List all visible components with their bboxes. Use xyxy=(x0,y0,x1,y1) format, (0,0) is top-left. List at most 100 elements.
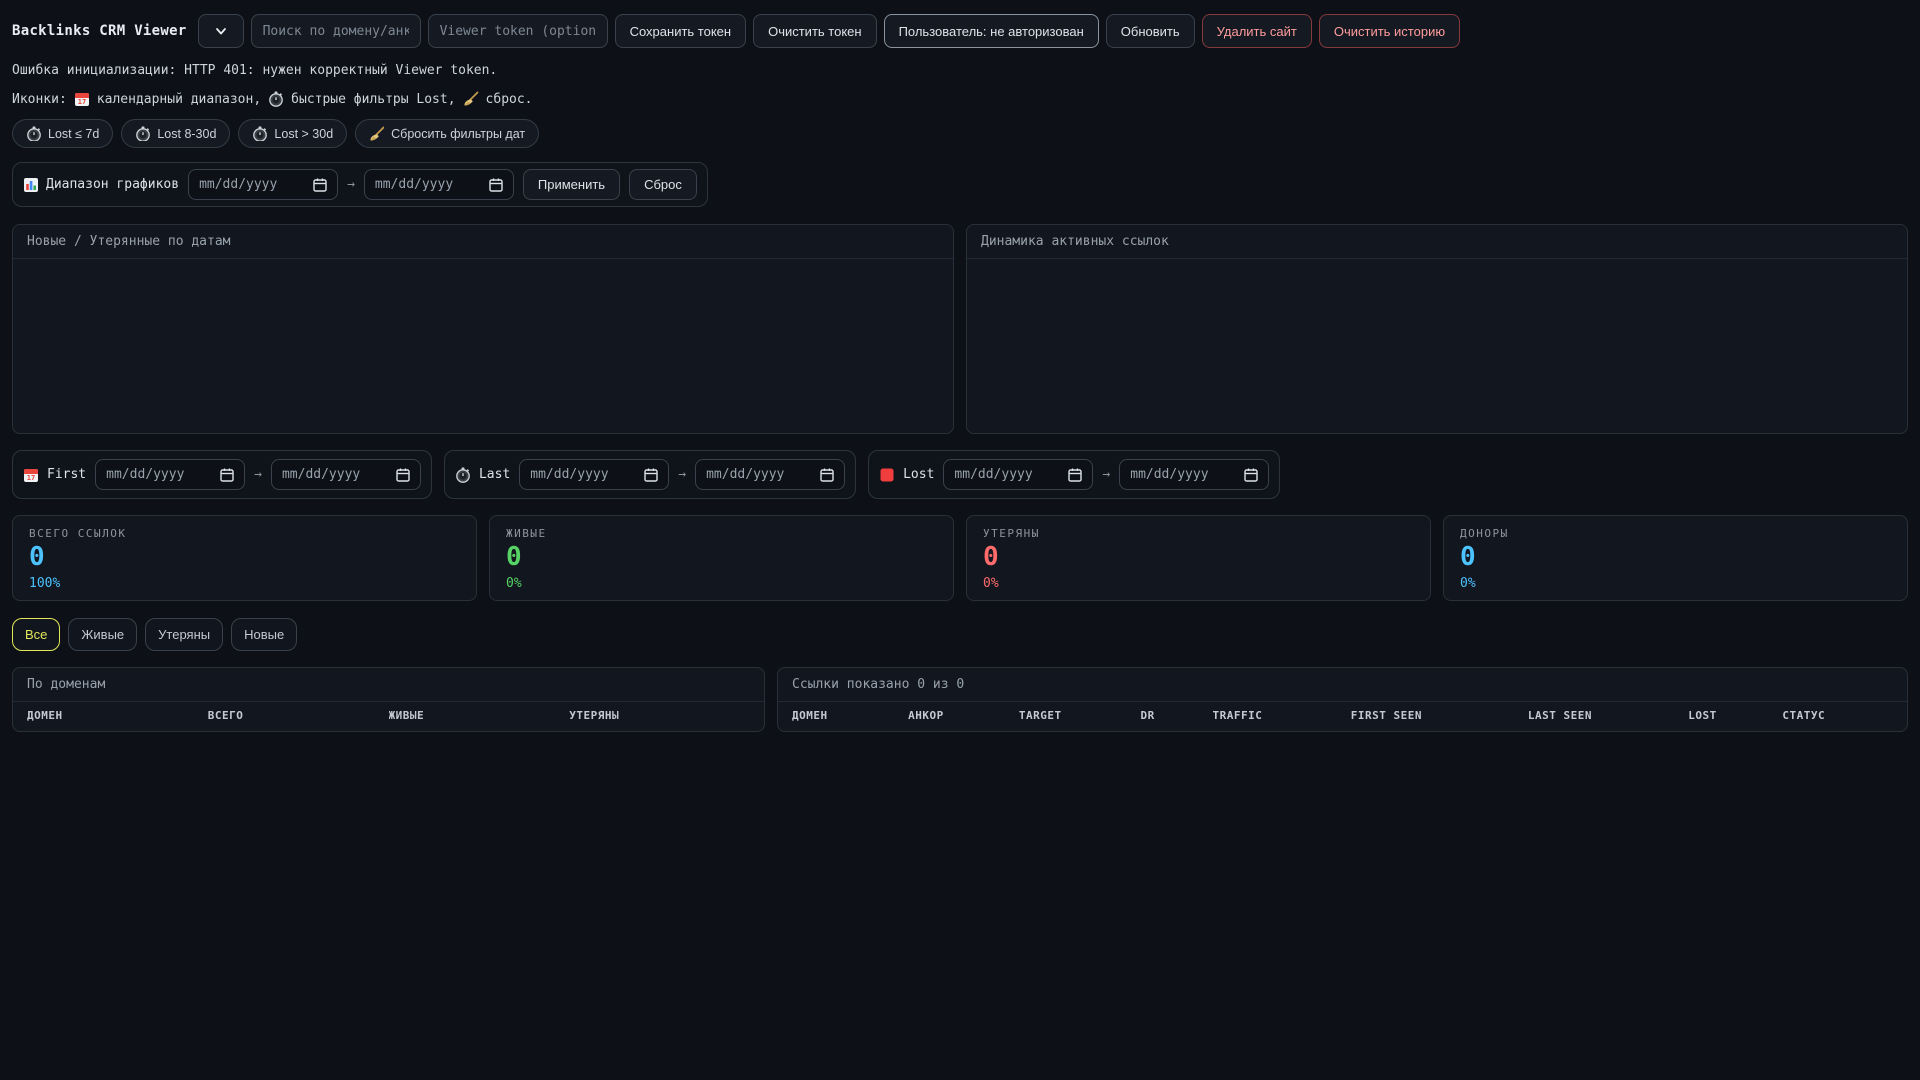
broom-icon xyxy=(369,126,385,141)
calendar-picker-icon[interactable] xyxy=(1067,467,1083,482)
stat-value: 0 xyxy=(1460,542,1476,572)
chevron-down-icon xyxy=(213,23,229,39)
quick-filter-lost-30d[interactable]: Lost > 30d xyxy=(238,119,348,148)
domains-table-title: По доменам xyxy=(13,668,764,702)
status-tabs: Все Живые Утеряны Новые xyxy=(12,618,1908,651)
calendar-picker-icon[interactable] xyxy=(1243,467,1258,482)
range-arrow: → xyxy=(347,177,355,192)
links-table-header: ДОМЕН АНКОР TARGET DR TRAFFIC FIRST SEEN… xyxy=(778,702,1907,731)
stat-percent: 0% xyxy=(983,575,999,591)
lost-from-input[interactable]: mm/dd/yyyy xyxy=(943,459,1094,490)
stat-label: ЖИВЫЕ xyxy=(506,527,547,540)
chart-range-bar: Диапазон графиков mm/dd/yyyy → mm/dd/yyy… xyxy=(12,162,708,207)
date-value: mm/dd/yyyy xyxy=(374,177,454,192)
date-filter-groups: First mm/dd/yyyy → mm/dd/yyyy Last mm/dd… xyxy=(12,450,1908,499)
column-header-first-seen[interactable]: FIRST SEEN xyxy=(1351,709,1528,722)
site-select[interactable] xyxy=(197,14,244,48)
calendar-picker-icon[interactable] xyxy=(643,467,658,482)
stopwatch-icon xyxy=(455,466,471,483)
chart-range-label: Диапазон графиков xyxy=(46,177,180,192)
clear-token-button[interactable]: Очистить токен xyxy=(753,14,877,48)
viewer-token-input[interactable] xyxy=(427,14,608,48)
chart-panel-active-dynamics: Динамика активных ссылок xyxy=(966,224,1908,434)
range-arrow: → xyxy=(254,467,262,482)
calendar-picker-icon[interactable] xyxy=(488,177,503,192)
calendar-icon xyxy=(74,91,90,107)
last-from-input[interactable]: mm/dd/yyyy xyxy=(519,459,670,490)
first-to-input[interactable]: mm/dd/yyyy xyxy=(270,459,421,490)
broom-icon xyxy=(463,91,479,107)
first-from-input[interactable]: mm/dd/yyyy xyxy=(95,459,246,490)
calendar-picker-icon[interactable] xyxy=(312,177,327,192)
stat-percent: 0% xyxy=(1460,575,1476,591)
legend-calendar-text: календарный диапазон, xyxy=(96,91,262,107)
stat-value: 0 xyxy=(983,542,999,572)
column-header-anchor[interactable]: АНКОР xyxy=(908,709,1019,722)
quick-filter-label: Lost ≤ 7d xyxy=(48,126,100,141)
tab-new[interactable]: Новые xyxy=(231,618,298,651)
quick-filter-lost-8-30d[interactable]: Lost 8-30d xyxy=(121,119,231,148)
search-input[interactable] xyxy=(250,14,421,48)
first-label: First xyxy=(47,467,87,482)
init-error-message: Ошибка инициализации: HTTP 401: нужен ко… xyxy=(12,63,498,78)
stopwatch-icon xyxy=(268,91,284,107)
column-header-domain[interactable]: ДОМЕН xyxy=(27,709,208,722)
save-token-button[interactable]: Сохранить токен xyxy=(614,14,747,48)
calendar-picker-icon[interactable] xyxy=(395,467,410,482)
range-arrow: → xyxy=(678,467,687,482)
chart-range-label-wrap: Диапазон графиков xyxy=(23,177,179,193)
chart-range-to-input[interactable]: mm/dd/yyyy xyxy=(363,169,514,200)
icons-legend: Иконки: календарный диапазон, быстрые фи… xyxy=(12,91,1908,107)
date-value: mm/dd/yyyy xyxy=(199,177,278,192)
stats-row: ВСЕГО ССЫЛОК 0 100% ЖИВЫЕ 0 0% УТЕРЯНЫ 0… xyxy=(12,515,1908,601)
last-to-input[interactable]: mm/dd/yyyy xyxy=(695,459,846,490)
stat-value: 0 xyxy=(506,542,522,572)
column-header-traffic[interactable]: TRAFFIC xyxy=(1212,709,1350,722)
delete-site-button[interactable]: Удалить сайт xyxy=(1201,14,1312,48)
date-value: mm/dd/yyyy xyxy=(706,467,785,482)
chart-range-from-input[interactable]: mm/dd/yyyy xyxy=(188,169,339,200)
stat-card-donors: ДОНОРЫ 0 0% xyxy=(1443,515,1908,601)
column-header-total[interactable]: ВСЕГО xyxy=(208,709,389,722)
bar-chart-icon xyxy=(23,177,39,193)
user-status-button[interactable]: Пользователь: не авторизован xyxy=(883,14,1099,48)
calendar-picker-icon[interactable] xyxy=(819,467,834,482)
links-table-panel: Ссылки показано 0 из 0 ДОМЕН АНКОР TARGE… xyxy=(777,667,1908,732)
quick-filter-label: Lost 8-30d xyxy=(157,126,217,141)
reset-range-button[interactable]: Сброс xyxy=(629,169,697,200)
first-seen-filter-group: First mm/dd/yyyy → mm/dd/yyyy xyxy=(12,450,432,499)
stat-card-total-links: ВСЕГО ССЫЛОК 0 100% xyxy=(12,515,477,601)
calendar-picker-icon[interactable] xyxy=(219,467,234,482)
tab-lost[interactable]: Утеряны xyxy=(145,618,224,651)
quick-filter-lost-7d[interactable]: Lost ≤ 7d xyxy=(12,119,114,148)
stat-label: УТЕРЯНЫ xyxy=(983,527,1040,540)
links-table-title: Ссылки показано 0 из 0 xyxy=(778,668,1907,702)
date-value: mm/dd/yyyy xyxy=(1130,467,1209,482)
column-header-domain[interactable]: ДОМЕН xyxy=(792,709,908,722)
column-header-dr[interactable]: DR xyxy=(1141,709,1213,722)
chart-title: Динамика активных ссылок xyxy=(967,225,1907,259)
stat-label: ДОНОРЫ xyxy=(1460,527,1509,540)
column-header-lost[interactable]: УТЕРЯНЫ xyxy=(569,709,750,722)
column-header-lost[interactable]: LOST xyxy=(1688,709,1782,722)
quick-filter-label: Lost > 30d xyxy=(274,126,334,141)
column-header-status[interactable]: СТАТУС xyxy=(1782,709,1893,722)
tab-all[interactable]: Все xyxy=(12,618,61,651)
red-square-icon xyxy=(879,467,895,483)
tab-live[interactable]: Живые xyxy=(68,618,138,651)
column-header-live[interactable]: ЖИВЫЕ xyxy=(389,709,570,722)
chart-canvas-active-dynamics[interactable] xyxy=(967,259,1907,433)
quick-filters: Lost ≤ 7d Lost 8-30d Lost > 30d Сбросить… xyxy=(12,119,1908,148)
column-header-target[interactable]: TARGET xyxy=(1019,709,1141,722)
top-toolbar: Backlinks CRM Viewer Сохранить токен Очи… xyxy=(12,14,1908,48)
apply-range-button[interactable]: Применить xyxy=(522,169,621,200)
chart-title: Новые / Утерянные по датам xyxy=(13,225,953,259)
last-label: Last xyxy=(478,467,511,482)
last-seen-filter-group: Last mm/dd/yyyy → mm/dd/yyyy xyxy=(443,450,857,499)
clear-history-button[interactable]: Очистить историю xyxy=(1318,14,1461,48)
chart-canvas-new-lost[interactable] xyxy=(13,259,953,433)
lost-to-input[interactable]: mm/dd/yyyy xyxy=(1119,459,1270,490)
refresh-button[interactable]: Обновить xyxy=(1105,14,1195,48)
column-header-last-seen[interactable]: LAST SEEN xyxy=(1528,709,1688,722)
reset-date-filters-button[interactable]: Сбросить фильтры дат xyxy=(355,119,540,148)
